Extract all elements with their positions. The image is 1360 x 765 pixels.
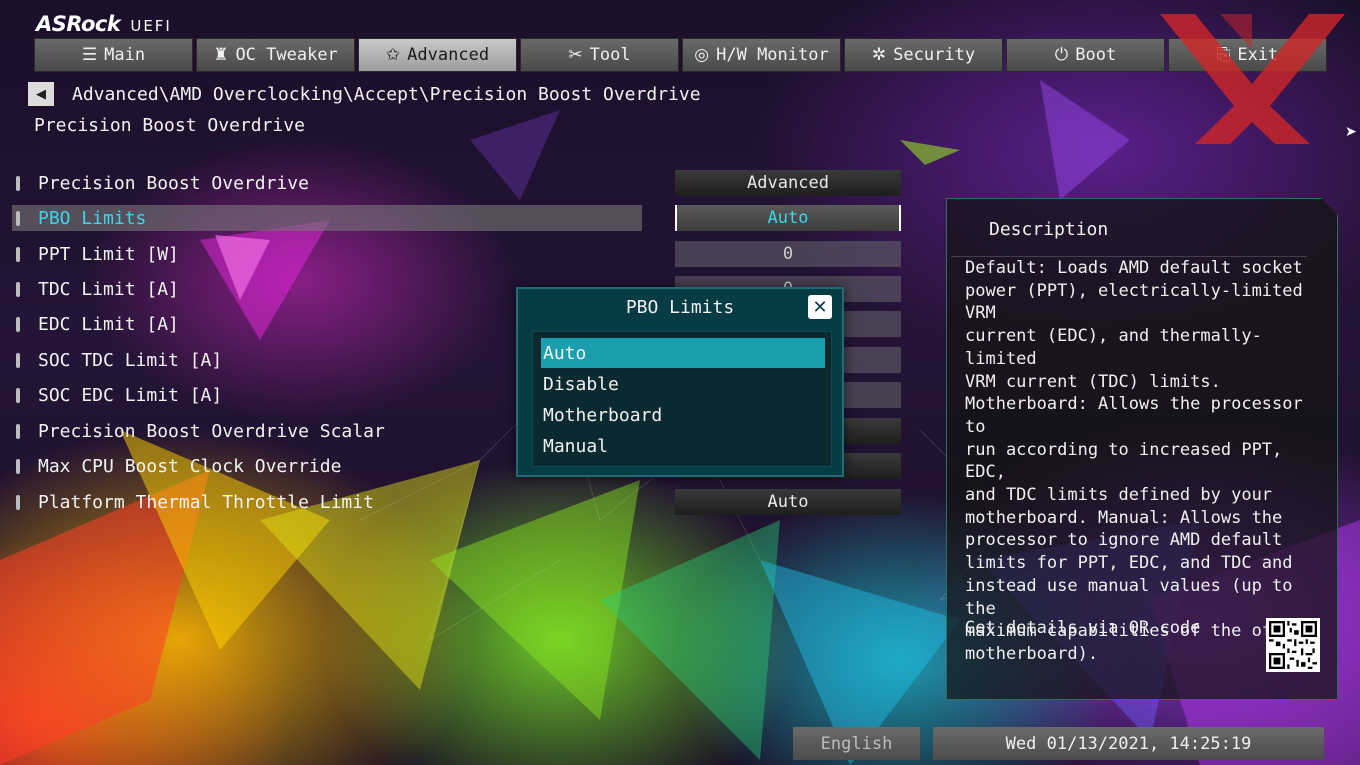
tab-exit[interactable]: ⎘ Exit [1168, 38, 1327, 72]
setting-row[interactable]: Platform Thermal Throttle Limit [12, 489, 642, 515]
option-motherboard[interactable]: Motherboard [541, 400, 825, 430]
tab-label: H/W Monitor [716, 45, 829, 65]
setting-row[interactable]: Precision Boost Overdrive [12, 170, 642, 196]
option-disable[interactable]: Disable [541, 369, 825, 399]
description-title: Description [989, 219, 1109, 240]
exit-icon: ⎘ [1216, 45, 1231, 65]
row-marker [16, 423, 20, 439]
main-tabs: ☰ Main ♜ OC Tweaker ✩ Advanced ✂ Tool ◎ H/W M… [34, 38, 1327, 72]
back-arrow-icon: ◀ [36, 86, 46, 102]
setting-label: Max CPU Boost Clock Override [38, 455, 342, 477]
tab-hw-monitor[interactable]: ◎ H/W Monitor [682, 38, 841, 72]
pbo-limits-dialog: PBO Limits ✕ Auto Disable Motherboard Ma… [516, 287, 844, 477]
tab-label: Advanced [407, 45, 490, 65]
dialog-title: PBO Limits [625, 297, 735, 318]
tab-label: Tool [589, 45, 631, 65]
row-marker [16, 281, 20, 297]
power-icon: ⏻ [1054, 45, 1069, 65]
page-title: Precision Boost Overdrive [34, 115, 305, 136]
brand-name: ASRock [36, 12, 121, 36]
setting-label: PPT Limit [W] [38, 243, 179, 265]
row-marker [16, 210, 20, 226]
description-panel: Description Default: Loads AMD default s… [946, 198, 1338, 700]
watermark-logo [1160, 14, 1345, 144]
setting-value-selected[interactable]: Auto [675, 205, 901, 231]
close-icon[interactable]: ✕ [808, 295, 832, 319]
tab-security[interactable]: ✲ Security [844, 38, 1003, 72]
breadcrumb: Advanced\AMD Overclocking\Accept\Precisi… [72, 84, 701, 105]
datetime-display: Wed 01/13/2021, 14:25:19 [933, 727, 1324, 760]
qr-code-icon [1266, 618, 1320, 672]
row-marker [16, 458, 20, 474]
tab-label: Security [893, 45, 976, 65]
row-marker [16, 246, 20, 262]
tab-advanced[interactable]: ✩ Advanced [358, 38, 517, 72]
wrench-icon: ✂ [568, 45, 583, 65]
qr-label: Get details via QR code [965, 618, 1201, 638]
row-marker [16, 494, 20, 510]
setting-label: EDC Limit [A] [38, 313, 179, 335]
tab-main[interactable]: ☰ Main [34, 38, 193, 72]
setting-label: Precision Boost Overdrive Scalar [38, 420, 385, 442]
tab-tool[interactable]: ✂ Tool [520, 38, 679, 72]
setting-value[interactable]: Auto [675, 489, 901, 515]
setting-row-selected[interactable]: PBO Limits [12, 205, 642, 231]
row-marker [16, 175, 20, 191]
row-marker [16, 387, 20, 403]
tab-label: OC Tweaker [235, 45, 338, 65]
setting-label: SOC EDC Limit [A] [38, 384, 223, 406]
setting-row[interactable]: PPT Limit [W] [12, 241, 642, 267]
asrock-logo: ASRock UEFI [36, 12, 172, 36]
star-icon: ✩ [385, 45, 401, 65]
option-auto[interactable]: Auto [541, 338, 825, 368]
rocket-icon: ♜ [213, 45, 229, 65]
tab-oc-tweaker[interactable]: ♜ OC Tweaker [196, 38, 355, 72]
row-marker [16, 352, 20, 368]
tab-label: Boot [1075, 45, 1117, 65]
tab-label: Exit [1237, 45, 1279, 65]
tab-boot[interactable]: ⏻ Boot [1006, 38, 1165, 72]
setting-value[interactable]: 0 [675, 241, 901, 267]
description-text: Default: Loads AMD default socket power … [965, 258, 1313, 664]
row-marker [16, 316, 20, 332]
language-button[interactable]: English [793, 727, 920, 760]
uefi-label: UEFI [130, 17, 172, 35]
tab-label: Main [104, 45, 146, 65]
setting-label: Platform Thermal Throttle Limit [38, 491, 374, 513]
setting-label: TDC Limit [A] [38, 278, 179, 300]
mouse-cursor-icon: ➤ [1345, 124, 1357, 140]
setting-label: PBO Limits [38, 207, 147, 229]
shield-icon: ✲ [871, 45, 887, 65]
monitor-icon: ◎ [694, 45, 710, 65]
back-button[interactable]: ◀ [28, 82, 54, 106]
setting-value[interactable]: Advanced [675, 170, 901, 196]
setting-label: SOC TDC Limit [A] [38, 349, 223, 371]
option-manual[interactable]: Manual [541, 431, 825, 461]
setting-label: Precision Boost Overdrive [38, 172, 309, 194]
list-icon: ☰ [81, 45, 98, 65]
option-list: Auto Disable Motherboard Manual [532, 331, 832, 467]
